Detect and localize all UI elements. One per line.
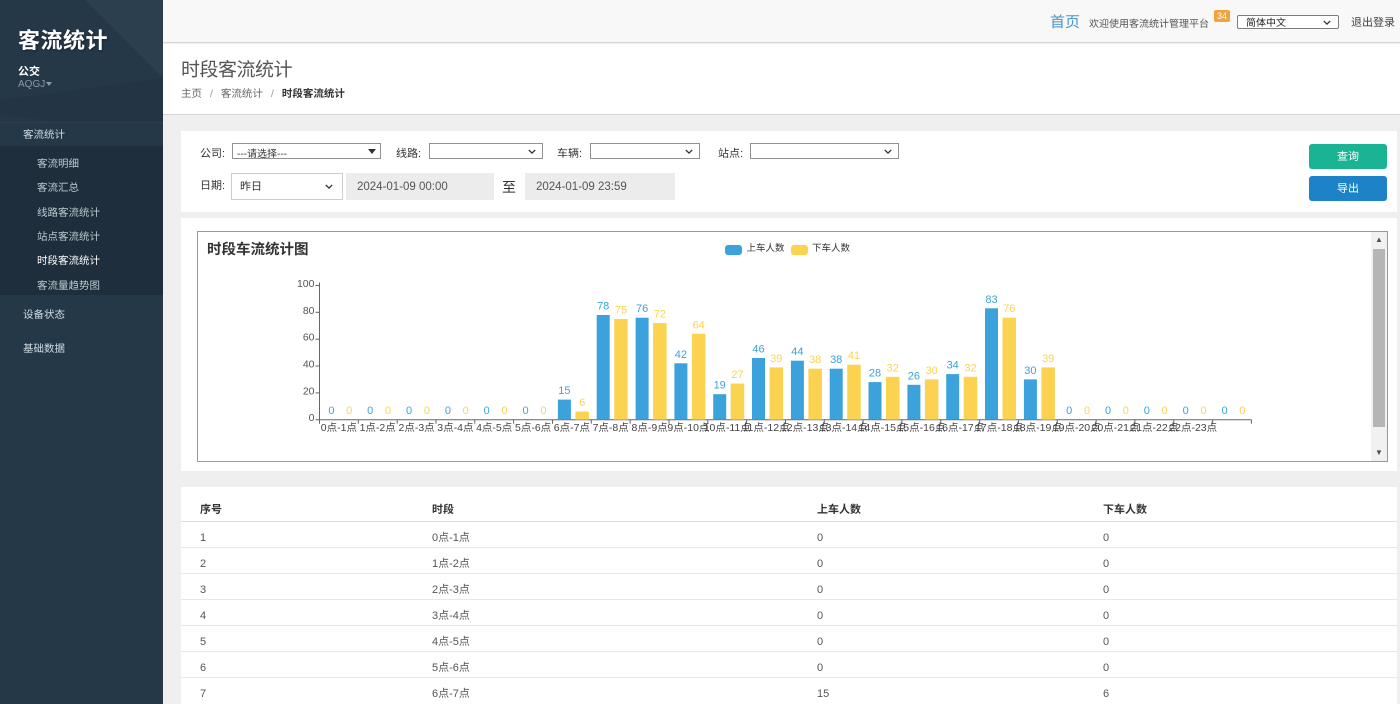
svg-text:72: 72 [654, 309, 666, 321]
svg-text:5点-6点: 5点-6点 [515, 422, 551, 434]
svg-text:0: 0 [445, 405, 451, 417]
svg-text:32: 32 [887, 362, 899, 374]
svg-text:0: 0 [1239, 405, 1245, 417]
svg-text:0: 0 [1162, 405, 1168, 417]
svg-text:7点-8点: 7点-8点 [593, 422, 629, 434]
svg-text:20: 20 [303, 385, 315, 397]
svg-text:0: 0 [1221, 405, 1227, 417]
svg-text:0: 0 [367, 405, 373, 417]
svg-text:38: 38 [809, 354, 821, 366]
svg-text:38: 38 [830, 354, 842, 366]
svg-text:83: 83 [985, 294, 997, 306]
svg-text:0: 0 [1183, 405, 1189, 417]
svg-text:44: 44 [791, 346, 803, 358]
svg-text:0点-1点: 0点-1点 [321, 422, 357, 434]
svg-text:0: 0 [523, 405, 529, 417]
svg-text:78: 78 [597, 301, 609, 313]
svg-text:0: 0 [1105, 405, 1111, 417]
svg-text:0: 0 [463, 405, 469, 417]
svg-text:0: 0 [406, 405, 412, 417]
svg-text:1点-2点: 1点-2点 [360, 422, 396, 434]
svg-text:22点-23点: 22点-23点 [1169, 422, 1217, 434]
svg-text:15: 15 [558, 385, 570, 397]
svg-text:42: 42 [675, 349, 687, 361]
svg-text:0: 0 [1084, 405, 1090, 417]
svg-text:76: 76 [1003, 303, 1015, 315]
svg-text:0: 0 [484, 405, 490, 417]
svg-text:0: 0 [385, 405, 391, 417]
svg-text:80: 80 [303, 305, 315, 317]
svg-text:39: 39 [770, 353, 782, 365]
svg-text:32: 32 [964, 362, 976, 374]
svg-text:0: 0 [1144, 405, 1150, 417]
svg-text:30: 30 [926, 365, 938, 377]
svg-text:64: 64 [693, 319, 705, 331]
svg-text:0: 0 [309, 412, 315, 424]
svg-text:0: 0 [1123, 405, 1129, 417]
svg-text:75: 75 [615, 305, 627, 317]
svg-text:26: 26 [908, 370, 920, 382]
svg-text:0: 0 [1200, 405, 1206, 417]
svg-text:0: 0 [328, 405, 334, 417]
svg-text:27: 27 [731, 369, 743, 381]
svg-text:6点-7点: 6点-7点 [554, 422, 590, 434]
svg-text:0: 0 [346, 405, 352, 417]
svg-text:39: 39 [1042, 353, 1054, 365]
svg-text:41: 41 [848, 350, 860, 362]
svg-text:3点-4点: 3点-4点 [437, 422, 473, 434]
svg-text:0: 0 [424, 405, 430, 417]
svg-text:76: 76 [636, 303, 648, 315]
svg-text:60: 60 [303, 332, 315, 344]
svg-text:19: 19 [714, 380, 726, 392]
svg-text:8点-9点: 8点-9点 [632, 422, 668, 434]
svg-text:34: 34 [947, 360, 959, 372]
svg-text:2点-3点: 2点-3点 [399, 422, 435, 434]
svg-text:6: 6 [579, 397, 585, 409]
svg-text:0: 0 [501, 405, 507, 417]
svg-text:100: 100 [297, 278, 315, 290]
svg-text:0: 0 [1066, 405, 1072, 417]
svg-text:40: 40 [303, 359, 315, 371]
svg-text:28: 28 [869, 368, 881, 380]
svg-text:0: 0 [540, 405, 546, 417]
svg-text:46: 46 [752, 344, 764, 356]
svg-text:30: 30 [1024, 365, 1036, 377]
svg-text:4点-5点: 4点-5点 [476, 422, 512, 434]
